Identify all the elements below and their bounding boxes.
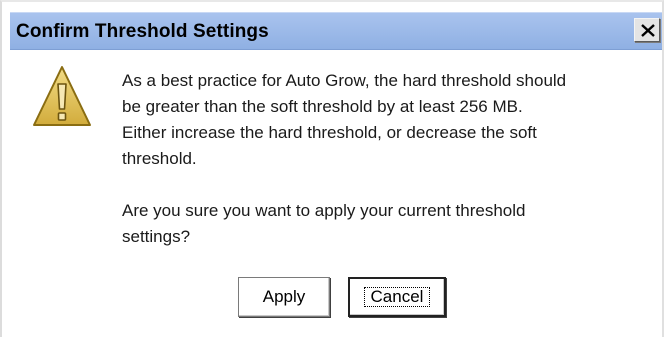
close-button[interactable] xyxy=(634,18,660,42)
question-line: settings? xyxy=(122,227,191,246)
question-line: Are you sure you want to apply your curr… xyxy=(122,201,526,220)
dialog-title: Confirm Threshold Settings xyxy=(16,21,269,42)
dialog-message: As a best practice for Auto Grow, the ha… xyxy=(122,68,662,250)
message-line: threshold. xyxy=(122,149,197,168)
apply-button[interactable]: Apply xyxy=(238,277,330,317)
message-line: As a best practice for Auto Grow, the ha… xyxy=(122,71,567,90)
message-line: be greater than the soft threshold by at… xyxy=(122,97,523,116)
message-line: Either increase the hard threshold, or d… xyxy=(122,123,537,142)
apply-label: Apply xyxy=(262,287,306,306)
title-bar[interactable]: Confirm Threshold Settings xyxy=(10,12,662,50)
cancel-button[interactable]: Cancel xyxy=(348,277,446,317)
close-icon xyxy=(641,24,655,37)
confirm-dialog: Confirm Threshold Settings As a best pra… xyxy=(0,0,664,337)
warning-icon xyxy=(32,64,92,133)
cancel-label: Cancel xyxy=(364,287,430,307)
